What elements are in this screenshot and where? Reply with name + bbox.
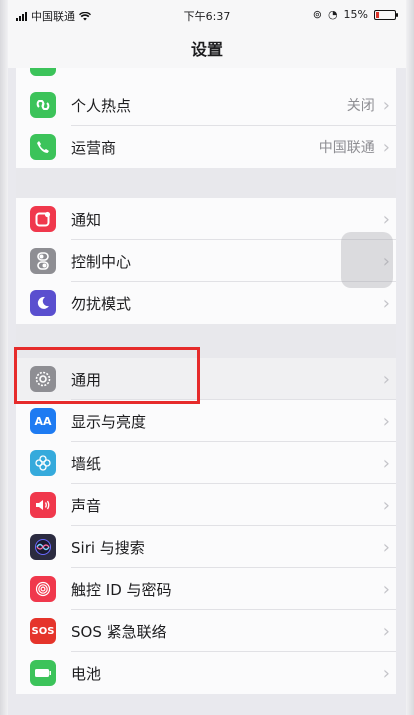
settings-row-wallpaper[interactable]: 墙纸 › [16,442,396,484]
settings-row-notifications[interactable]: 通知 › [16,198,396,240]
speaker-icon [30,492,56,518]
status-bar: 中国联通 下午6:37 ⊚ ◔ 15% [8,0,406,28]
chevron-right-icon: › [382,94,390,116]
chevron-right-icon: › [382,620,390,642]
assistive-touch-overlay[interactable] [341,232,393,288]
row-label: 控制中心 [71,252,132,271]
fingerprint-icon [30,576,56,602]
battery-icon [30,660,56,686]
settings-group-alerts: 通知 › 控制中心 › 勿扰模式 › [16,198,396,324]
settings-row-emergency-sos[interactable]: SOS SOS 紧急联络 › [16,610,396,652]
settings-row-siri-search[interactable]: Siri 与搜索 › [16,526,396,568]
settings-row-control-center[interactable]: 控制中心 › [16,240,396,282]
display-icon: AA [30,408,56,434]
row-label: Siri 与搜索 [71,538,145,557]
notifications-icon [30,206,56,232]
row-label: 显示与亮度 [71,412,147,431]
chevron-right-icon: › [382,208,390,230]
alarm-icon: ◔ [327,8,338,21]
highlight-box [14,347,200,404]
row-label: 勿扰模式 [71,294,132,313]
chevron-right-icon: › [382,494,390,516]
settings-group-device: 通用 › AA 显示与亮度 › 墙纸 › 声音 › Siri 与搜索 › 触控 … [16,358,396,694]
row-label: 运营商 [71,138,117,157]
row-value: 关闭 [346,98,375,114]
nav-bar: 设置 [8,28,406,68]
settings-row-sounds[interactable]: 声音 › [16,484,396,526]
settings-row-carrier[interactable]: 运营商 中国联通 › [16,126,396,168]
chevron-right-icon: › [382,410,390,432]
section-gap [16,168,396,198]
settings-row-do-not-disturb[interactable]: 勿扰模式 › [16,282,396,324]
chevron-right-icon: › [382,136,390,158]
settings-row-display-brightness[interactable]: AA 显示与亮度 › [16,400,396,442]
chevron-right-icon: › [382,578,390,600]
moon-icon [30,290,56,316]
settings-row-hotspot[interactable]: 个人热点 关闭 › [16,84,396,126]
chevron-right-icon: › [382,536,390,558]
chevron-right-icon: › [382,368,390,390]
row-label: 触控 ID 与密码 [71,580,172,599]
chevron-right-icon: › [382,292,390,314]
control-center-icon [30,248,56,274]
row-label: 个人热点 [71,96,132,115]
settings-row-touch-id-passcode[interactable]: 触控 ID 与密码 › [16,568,396,610]
siri-icon [30,534,56,560]
hotspot-icon [30,92,56,118]
page-title: 设置 [190,40,223,59]
row-label: 墙纸 [71,454,102,473]
chevron-right-icon: › [382,452,390,474]
settings-row-battery[interactable]: 电池 › [16,652,396,694]
phone-icon [30,134,56,160]
row-label: 电池 [71,664,102,683]
row-label: 声音 [71,496,102,515]
cellular-icon [30,68,56,76]
chevron-right-icon: › [382,662,390,684]
battery-indicator [374,9,398,20]
row-value: 中国联通 [318,140,375,156]
partial-row [16,68,396,84]
sos-icon: SOS [30,618,56,644]
device-frame-left [0,0,8,715]
row-label: 通知 [71,210,102,229]
rotation-lock-icon: ⊚ [312,8,322,21]
wallpaper-icon [30,450,56,476]
battery-percent: 15% [343,8,368,21]
settings-group-network: 个人热点 关闭 › 运营商 中国联通 › [16,84,396,168]
row-label: SOS 紧急联络 [71,622,167,641]
device-frame-right [406,0,414,715]
